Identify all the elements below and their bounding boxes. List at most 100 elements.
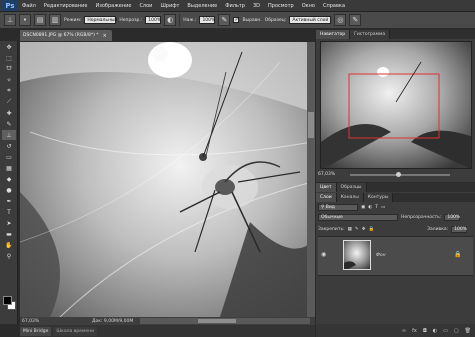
filter-adjust-icon[interactable]: ◐ [368,205,372,210]
menu-view[interactable]: Просмотр [264,3,298,9]
adjustment-layer-icon[interactable]: ◐ [433,328,437,334]
opacity-field[interactable]: 100% [145,16,162,24]
mode-select[interactable]: Нормальный [84,16,117,24]
aligned-checkbox[interactable]: ✓ [233,17,240,23]
add-mask-icon[interactable]: ◘ [423,328,427,334]
healing-tool-icon[interactable]: ✚ [2,108,16,118]
ignore-adjustment-icon[interactable]: ◎ [334,14,347,26]
pen-tool-icon[interactable]: ✒ [2,196,16,206]
vertical-scrollbar-thumb[interactable] [308,112,314,138]
close-icon[interactable]: × [103,33,107,39]
path-select-tool-icon[interactable]: ➤ [2,218,16,228]
opacity-label: Непрозр.: [119,17,143,23]
blur-tool-icon[interactable]: ◆ [2,174,16,184]
lock-transparent-icon[interactable]: ▦ [348,227,352,232]
filter-type-icon[interactable]: T [375,205,378,210]
brush-preset-icon[interactable]: • [19,14,31,26]
menu-select[interactable]: Выделение [183,3,221,9]
delete-layer-icon[interactable]: 🗑 [465,328,471,334]
lock-position-icon[interactable]: ✥ [362,227,366,232]
lock-all-icon[interactable]: 🔒 [368,227,374,232]
hand-tool-icon[interactable]: ✋ [2,240,16,250]
layer-style-icon[interactable]: fx [412,328,417,334]
crop-tool-icon[interactable]: ⌗ [2,86,16,96]
tab-swatches[interactable]: Образцы [336,183,367,192]
tab-histogram[interactable]: Гистограмма [350,30,391,39]
menu-image[interactable]: Изображение [91,3,135,9]
layer-name[interactable]: Фон [376,253,386,258]
move-tool-icon[interactable]: ✥ [2,42,16,52]
photoshop-logo: Ps [2,0,18,11]
fill-label: Заливка: [427,227,449,232]
pressure-field[interactable]: 100% [199,16,216,24]
marquee-tool-icon[interactable]: ⬚ [2,53,16,63]
eyedropper-tool-icon[interactable]: ⟋ [2,97,16,107]
menu-filter[interactable]: Фильтр [221,3,249,9]
zoom-tool-icon[interactable]: ⚲ [2,251,16,261]
mode-label: Режим: [64,17,82,23]
type-tool-icon[interactable]: T [2,207,16,217]
sample-select[interactable]: Активный слой [289,16,332,24]
layer-filter-select[interactable]: ⚲ Вид [318,204,358,211]
aligned-label: Выравн. [242,17,262,23]
document-tab[interactable]: DSCN0891.JPG @ 67% (RGB/8*) * × [20,30,112,41]
tab-timeline[interactable]: Шкала времени [53,326,98,336]
lock-pixels-icon[interactable]: ✎ [355,227,359,232]
tab-navigator[interactable]: Навигатор [316,30,351,39]
menu-window[interactable]: Окно [298,3,319,9]
brush-tool-icon[interactable]: ✎ [2,119,16,129]
menu-edit[interactable]: Редактирование [40,3,92,9]
clone-stamp-tool-icon[interactable]: ⊥ [2,130,16,140]
new-group-icon[interactable]: ▭ [443,328,448,334]
navigator-tabs: Навигатор Гистограмма [316,30,475,39]
lock-row: Закрепить: ▦ ✎ ✥ 🔒 Заливка: 100% [318,226,468,233]
new-layer-icon[interactable]: ▢ [454,328,459,334]
menu-help[interactable]: Справка [319,3,349,9]
history-brush-tool-icon[interactable]: ↺ [2,141,16,151]
visibility-eye-icon[interactable]: ◉ [321,251,326,258]
tab-paths[interactable]: Контуры [363,193,394,202]
menu-type[interactable]: Шрифт [156,3,183,9]
tab-mini-bridge[interactable]: Mini Bridge [20,326,52,336]
link-layers-icon[interactable]: ∞ [402,328,406,334]
lasso-tool-icon[interactable]: ᗢ [2,64,16,74]
brush-panel-icon[interactable]: ▤ [34,14,46,26]
airbrush-icon[interactable]: ✎ [218,14,231,26]
tab-color[interactable]: Цвет [316,183,337,192]
zoom-level[interactable]: 67,03% [20,319,42,324]
layer-thumbnail-image [344,241,370,269]
tab-channels[interactable]: Каналы [336,193,364,202]
layer-opacity-field[interactable]: 100% [444,214,461,221]
gradient-tool-icon[interactable]: ▦ [2,163,16,173]
horizontal-scrollbar-thumb[interactable] [198,319,236,323]
pressure-label: Наж.: [183,17,197,23]
layer-row-background[interactable]: ◉ Фон 🔒 [318,236,473,276]
vertical-scrollbar[interactable] [307,42,315,317]
opacity-pressure-icon[interactable]: ◐ [164,14,177,26]
layer-fill-field[interactable]: 100% [451,226,468,233]
menu-3d[interactable]: 3D [249,3,264,9]
clone-source-icon[interactable]: ▥ [49,14,61,26]
menu-file[interactable]: Файл [18,3,40,9]
document-canvas[interactable] [20,42,312,317]
document-title: DSCN0891.JPG @ 67% (RGB/8*) * [23,33,99,38]
foreground-color-swatch[interactable] [3,296,12,305]
eraser-tool-icon[interactable]: ▭ [2,152,16,162]
navigator-preview[interactable] [320,41,472,169]
sample-label: Образец: [264,17,287,23]
blend-mode-select[interactable]: Обычные [318,214,398,221]
menu-layers[interactable]: Слои [135,3,156,9]
filter-pixel-icon[interactable]: ▣ [361,205,365,210]
layer-filter-row: ⚲ Вид ▣ ◐ T ▭ [318,204,385,211]
separator [179,14,181,26]
dodge-tool-icon[interactable]: ● [2,185,16,195]
clone-stamp-icon[interactable]: ⊥ [4,14,16,26]
tab-layers[interactable]: Слои [316,193,337,202]
quick-select-tool-icon[interactable]: ✧ [2,75,16,85]
navigator-zoom-value[interactable]: 67,03% [318,172,335,177]
pressure-size-icon[interactable]: ✎ [349,14,362,26]
filter-shape-icon[interactable]: ▭ [381,205,385,210]
shape-tool-icon[interactable]: ▬ [2,229,16,239]
navigator-zoom-slider-knob[interactable] [396,172,401,177]
menu-bar: Ps Файл Редактирование Изображение Слои … [0,0,475,12]
